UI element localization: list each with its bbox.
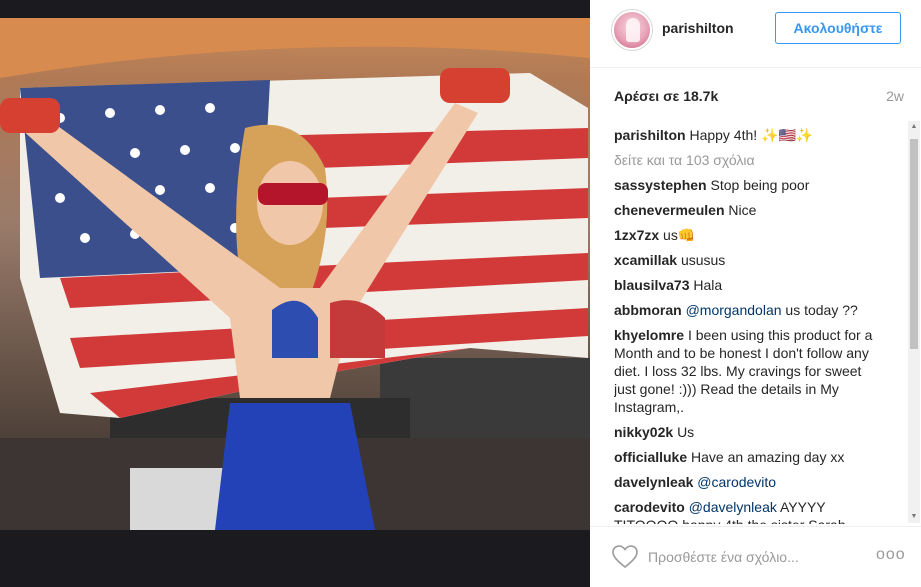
comment-username[interactable]: carodevito <box>614 499 685 515</box>
comment-username[interactable]: officialluke <box>614 449 687 465</box>
comments-list: parishilton Happy 4th! ✨🇺🇸✨ δείτε και τα … <box>614 126 884 524</box>
comment-mention[interactable]: @morgandolan <box>686 302 782 318</box>
follow-button[interactable]: Ακολουθήστε <box>775 12 901 44</box>
comment-item: xcamillak ususus <box>614 251 884 269</box>
post-media <box>0 0 590 587</box>
comment-username[interactable]: parishilton <box>614 127 686 143</box>
more-options-icon[interactable]: ooo <box>876 546 906 564</box>
scroll-down-arrow-icon[interactable]: ▼ <box>910 513 918 521</box>
comment-text: Happy 4th! ✨🇺🇸✨ <box>689 127 814 143</box>
comment-mention[interactable]: @davelynleak <box>689 499 777 515</box>
photo-illustration <box>0 18 590 530</box>
skirt <box>215 403 375 530</box>
comment-username[interactable]: chenevermeulen <box>614 202 725 218</box>
comment-username[interactable]: xcamillak <box>614 252 677 268</box>
comment-item: chenevermeulen Nice <box>614 201 884 219</box>
comment-mention[interactable]: @carodevito <box>697 474 776 490</box>
scrollbar-thumb[interactable] <box>910 139 918 349</box>
comment-item: blausilva73 Hala <box>614 276 884 294</box>
comment-text: Nice <box>728 202 757 218</box>
comment-username[interactable]: davelynleak <box>614 474 693 490</box>
comment-item: abbmoran @morgandolan us today ?? <box>614 301 884 319</box>
ac-unit <box>130 468 230 530</box>
comment-item: nikky02k Us <box>614 423 884 441</box>
comment-item: parishilton Happy 4th! ✨🇺🇸✨ <box>614 126 884 144</box>
post-footer: ooo <box>590 526 921 587</box>
comment-username[interactable]: khyelomre <box>614 327 684 343</box>
dj-deck <box>380 358 590 438</box>
bikini-left <box>272 300 318 358</box>
header-username[interactable]: parishilton <box>662 20 734 36</box>
comments-scrollbar[interactable]: ▲ ▼ <box>908 121 920 523</box>
comment-item: khyelomre I been using this product for … <box>614 326 884 416</box>
post-photo[interactable] <box>0 18 590 530</box>
view-all-comments-link[interactable]: δείτε και τα 103 σχόλια <box>614 151 884 169</box>
add-comment-input[interactable] <box>648 547 848 567</box>
left-glove <box>0 98 60 133</box>
comment-item: carodevito @davelynleak AYYYY TITOOOO ha… <box>614 498 884 524</box>
comment-text: us today ?? <box>785 302 858 318</box>
likes-count[interactable]: Αρέσει σε 18.7k <box>614 88 718 104</box>
comment-username[interactable]: blausilva73 <box>614 277 690 293</box>
likes-row: Αρέσει σε 18.7k 2w <box>614 88 904 108</box>
post-header: parishilton Ακολουθήστε <box>590 0 921 68</box>
comment-item: 1zx7zx us👊 <box>614 226 884 244</box>
sunglasses <box>258 183 328 205</box>
comment-text: Have an amazing day xx <box>691 449 845 465</box>
comment-item: sassystephen Stop being poor <box>614 176 884 194</box>
comment-text: us👊 <box>663 227 696 243</box>
comment-text: ususus <box>680 252 726 268</box>
comment-text: Stop being poor <box>710 177 810 193</box>
comment-username[interactable]: 1zx7zx <box>614 227 659 243</box>
comment-text: Us <box>677 424 695 440</box>
scroll-up-arrow-icon[interactable]: ▲ <box>910 123 918 131</box>
heart-icon[interactable] <box>612 545 638 569</box>
comment-username[interactable]: sassystephen <box>614 177 707 193</box>
comment-item: davelynleak @carodevito <box>614 473 884 491</box>
right-glove <box>440 68 510 103</box>
post-time[interactable]: 2w <box>886 88 904 104</box>
comment-text: Hala <box>693 277 723 293</box>
post-details-panel: parishilton Ακολουθήστε Αρέσει σε 18.7k … <box>590 0 921 587</box>
comment-username[interactable]: nikky02k <box>614 424 673 440</box>
comment-item: officialluke Have an amazing day xx <box>614 448 884 466</box>
avatar[interactable] <box>612 10 652 50</box>
comment-username[interactable]: abbmoran <box>614 302 682 318</box>
